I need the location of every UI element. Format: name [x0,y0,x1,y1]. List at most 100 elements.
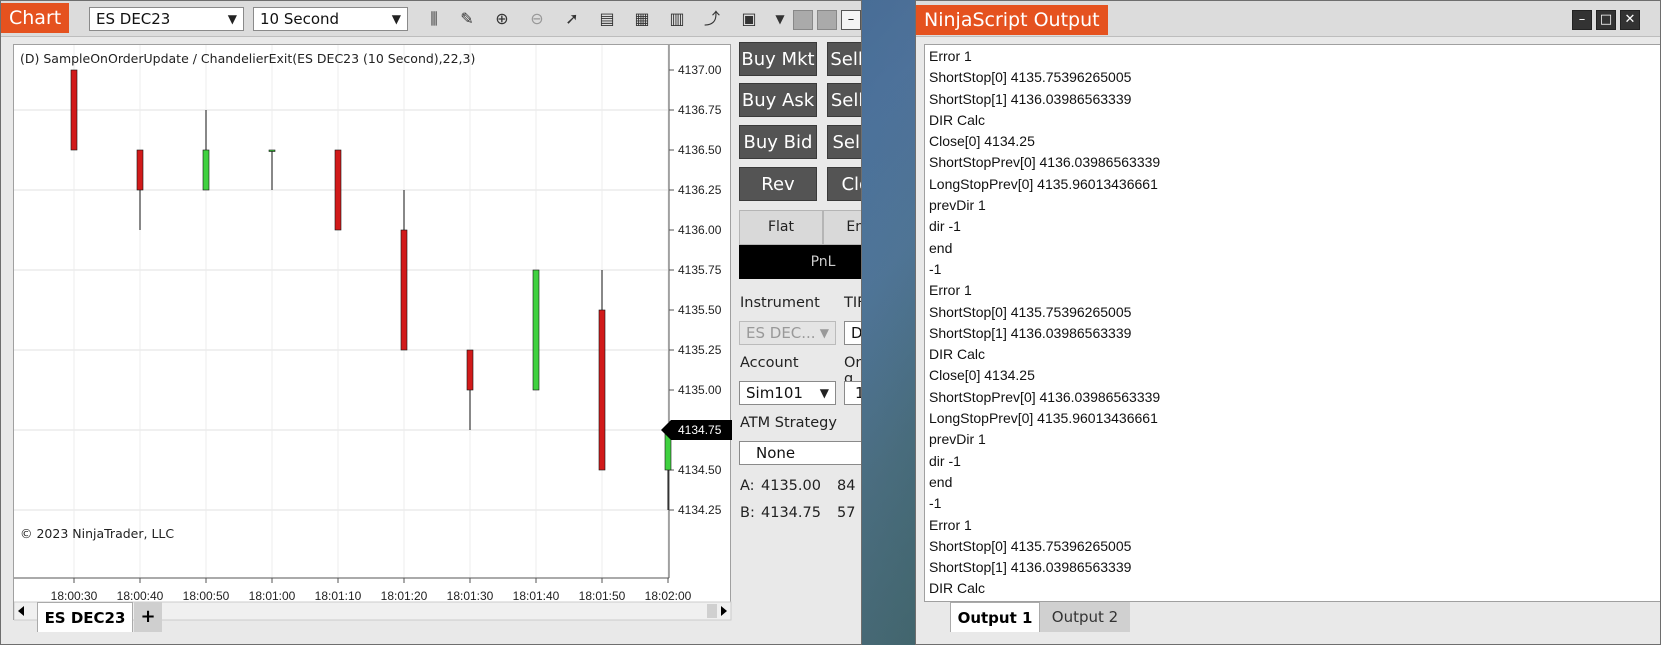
y-tick-label: 4134.50 [678,463,722,477]
x-tick-label: 18:01:30 [447,589,494,603]
data-box-icon[interactable]: ▤ [596,8,618,30]
output-titlebar: NinjaScript Output – □ ✕ [916,1,1660,37]
current-price-label: 4134.75 [678,423,722,437]
output-line: ShortStop[0] 4135.75396265005 [929,537,1132,554]
output-line: Close[0] 4134.25 [929,133,1035,150]
indicators-icon[interactable]: ▥ [666,8,688,30]
entry-price: Entry [823,210,861,245]
tab-output-1[interactable]: Output 1 [950,602,1040,632]
candle-body [202,149,210,191]
x-tick-label: 18:00:50 [183,589,230,603]
chart-trader-icon[interactable]: ▦ [631,8,653,30]
quantity-stepper[interactable]: 1 ▦ ▲▼ [844,381,861,405]
tif-select[interactable]: DAY ▼ [844,321,862,345]
x-tick-label: 18:01:40 [513,589,560,603]
properties-icon[interactable]: ▣ [738,8,760,30]
chart-plot-area[interactable]: 4137.00 4136.75 4136.50 4136.25 4136.00 4135.… [13,44,732,621]
tif-value: DAY [851,324,862,342]
account-select[interactable]: Sim101 ▼ [739,381,836,405]
ask-size: 84 [837,478,856,494]
y-tick-label: 4136.75 [678,103,722,117]
y-tick-label: 4137.00 [678,63,722,77]
chart-tab-es-dec23[interactable]: ES DEC23 [37,602,133,632]
ask-label: A: [740,478,755,494]
x-tick-label: 18:02:00 [645,589,692,603]
output-line: DIR Calc [929,580,986,597]
atm-strategy-label: ATM Strategy [740,415,837,431]
chevron-down-icon: ▼ [227,12,237,26]
chevron-down-icon: ▼ [819,326,829,340]
output-line: -1 [929,260,942,277]
chart-style-icon[interactable]: ⫼ [423,8,445,30]
sell-bid-button[interactable]: Sell Bid [827,125,861,159]
buy-bid-button[interactable]: Buy Bid [739,125,817,159]
chart-caption: (D) SampleOnOrderUpdate / ChandelierExit… [20,51,476,66]
order-instrument-value: ES DEC... [746,324,816,342]
output-line: DIR Calc [929,111,986,128]
chevron-down-icon: ▼ [819,386,829,400]
x-tick-label: 18:01:20 [381,589,428,603]
candle-body [334,149,342,231]
pointer-icon[interactable]: ➚ [561,8,583,30]
output-line: ShortStopPrev[0] 4136.03986563339 [929,154,1161,171]
pnl-display: PnL [739,245,861,279]
output-line: DIR Calc [929,346,986,363]
maximize-icon[interactable]: □ [1596,10,1616,30]
output-window-title: NinjaScript Output [916,5,1108,35]
buy-ask-button[interactable]: Buy Ask [739,83,817,117]
strategies-icon[interactable]: ⤴ [701,8,723,30]
add-tab-button[interactable]: + [134,602,162,632]
reverse-button[interactable]: Rev [739,167,817,201]
position-flat: Flat [739,210,823,245]
output-line: Error 1 [929,48,972,64]
chart-titlebar: Chart ES DEC23 ▼ 10 Second ▼ ⫼ ✎ ⊕ ⊖ ➚ ▤… [1,1,861,37]
tab-output-2[interactable]: Output 2 [1040,602,1130,632]
instrument-selector-value: ES DEC23 [96,10,171,28]
chart-window: Chart ES DEC23 ▼ 10 Second ▼ ⫼ ✎ ⊕ ⊖ ➚ ▤… [0,0,862,645]
output-line: prevDir 1 [929,197,986,214]
instrument-selector[interactable]: ES DEC23 ▼ [89,7,244,31]
output-line: ShortStop[0] 4135.75396265005 [929,303,1132,320]
minimize-icon[interactable]: – [841,10,861,30]
bid-price: 4134.75 [761,505,821,521]
bid-size: 57 [837,505,856,521]
instrument-link-icon[interactable] [817,10,837,30]
output-line: end [929,473,953,490]
candle-body [532,269,540,391]
sell-market-button[interactable]: Sell Mkt [827,42,861,76]
buy-market-button[interactable]: Buy Mkt [739,42,817,76]
instrument-label: Instrument [740,295,820,311]
x-tick-label: 18:01:00 [249,589,296,603]
copyright-text: © 2023 NinjaTrader, LLC [20,526,175,541]
account-value: Sim101 [746,384,803,402]
atm-strategy-select[interactable]: None ▼ [739,441,861,465]
y-tick-label: 4136.25 [678,183,722,197]
close-icon[interactable]: ✕ [1620,10,1640,30]
account-label: Account [740,355,799,371]
output-line: Error 1 [929,516,972,533]
minimize-icon[interactable]: – [1572,10,1592,30]
output-line: -1 [929,495,942,512]
output-line: Error 1 [929,282,972,299]
tif-label: TIF [844,295,861,311]
order-instrument-select: ES DEC... ▼ [739,321,836,345]
y-tick-label: 4134.25 [678,503,722,517]
output-line: ShortStop[0] 4135.75396265005 [929,69,1132,86]
y-tick-label: 4135.50 [678,303,722,317]
sell-ask-button[interactable]: Sell Ask [827,83,861,117]
interval-selector[interactable]: 10 Second ▼ [253,7,408,31]
y-tick-label: 4136.50 [678,143,722,157]
output-text-area[interactable]: Error 1 ShortStop[0] 4135.75396265005 Shor… [924,44,1660,602]
more-menu-icon[interactable]: ▼ [769,8,791,30]
link-color-icon[interactable] [793,10,813,30]
x-tick-label: 18:00:40 [117,589,164,603]
drawing-tool-icon[interactable]: ✎ [456,8,478,30]
output-line: LongStopPrev[0] 4135.96013436661 [929,175,1158,192]
bid-label: B: [740,505,755,521]
ask-price: 4135.00 [761,478,821,494]
candle-body [70,69,78,151]
zoom-out-icon[interactable]: ⊖ [526,8,548,30]
close-position-button[interactable]: Close [827,167,861,201]
output-lines: Error 1 ShortStop[0] 4135.75396265005 Shor… [925,45,1660,600]
zoom-in-icon[interactable]: ⊕ [491,8,513,30]
